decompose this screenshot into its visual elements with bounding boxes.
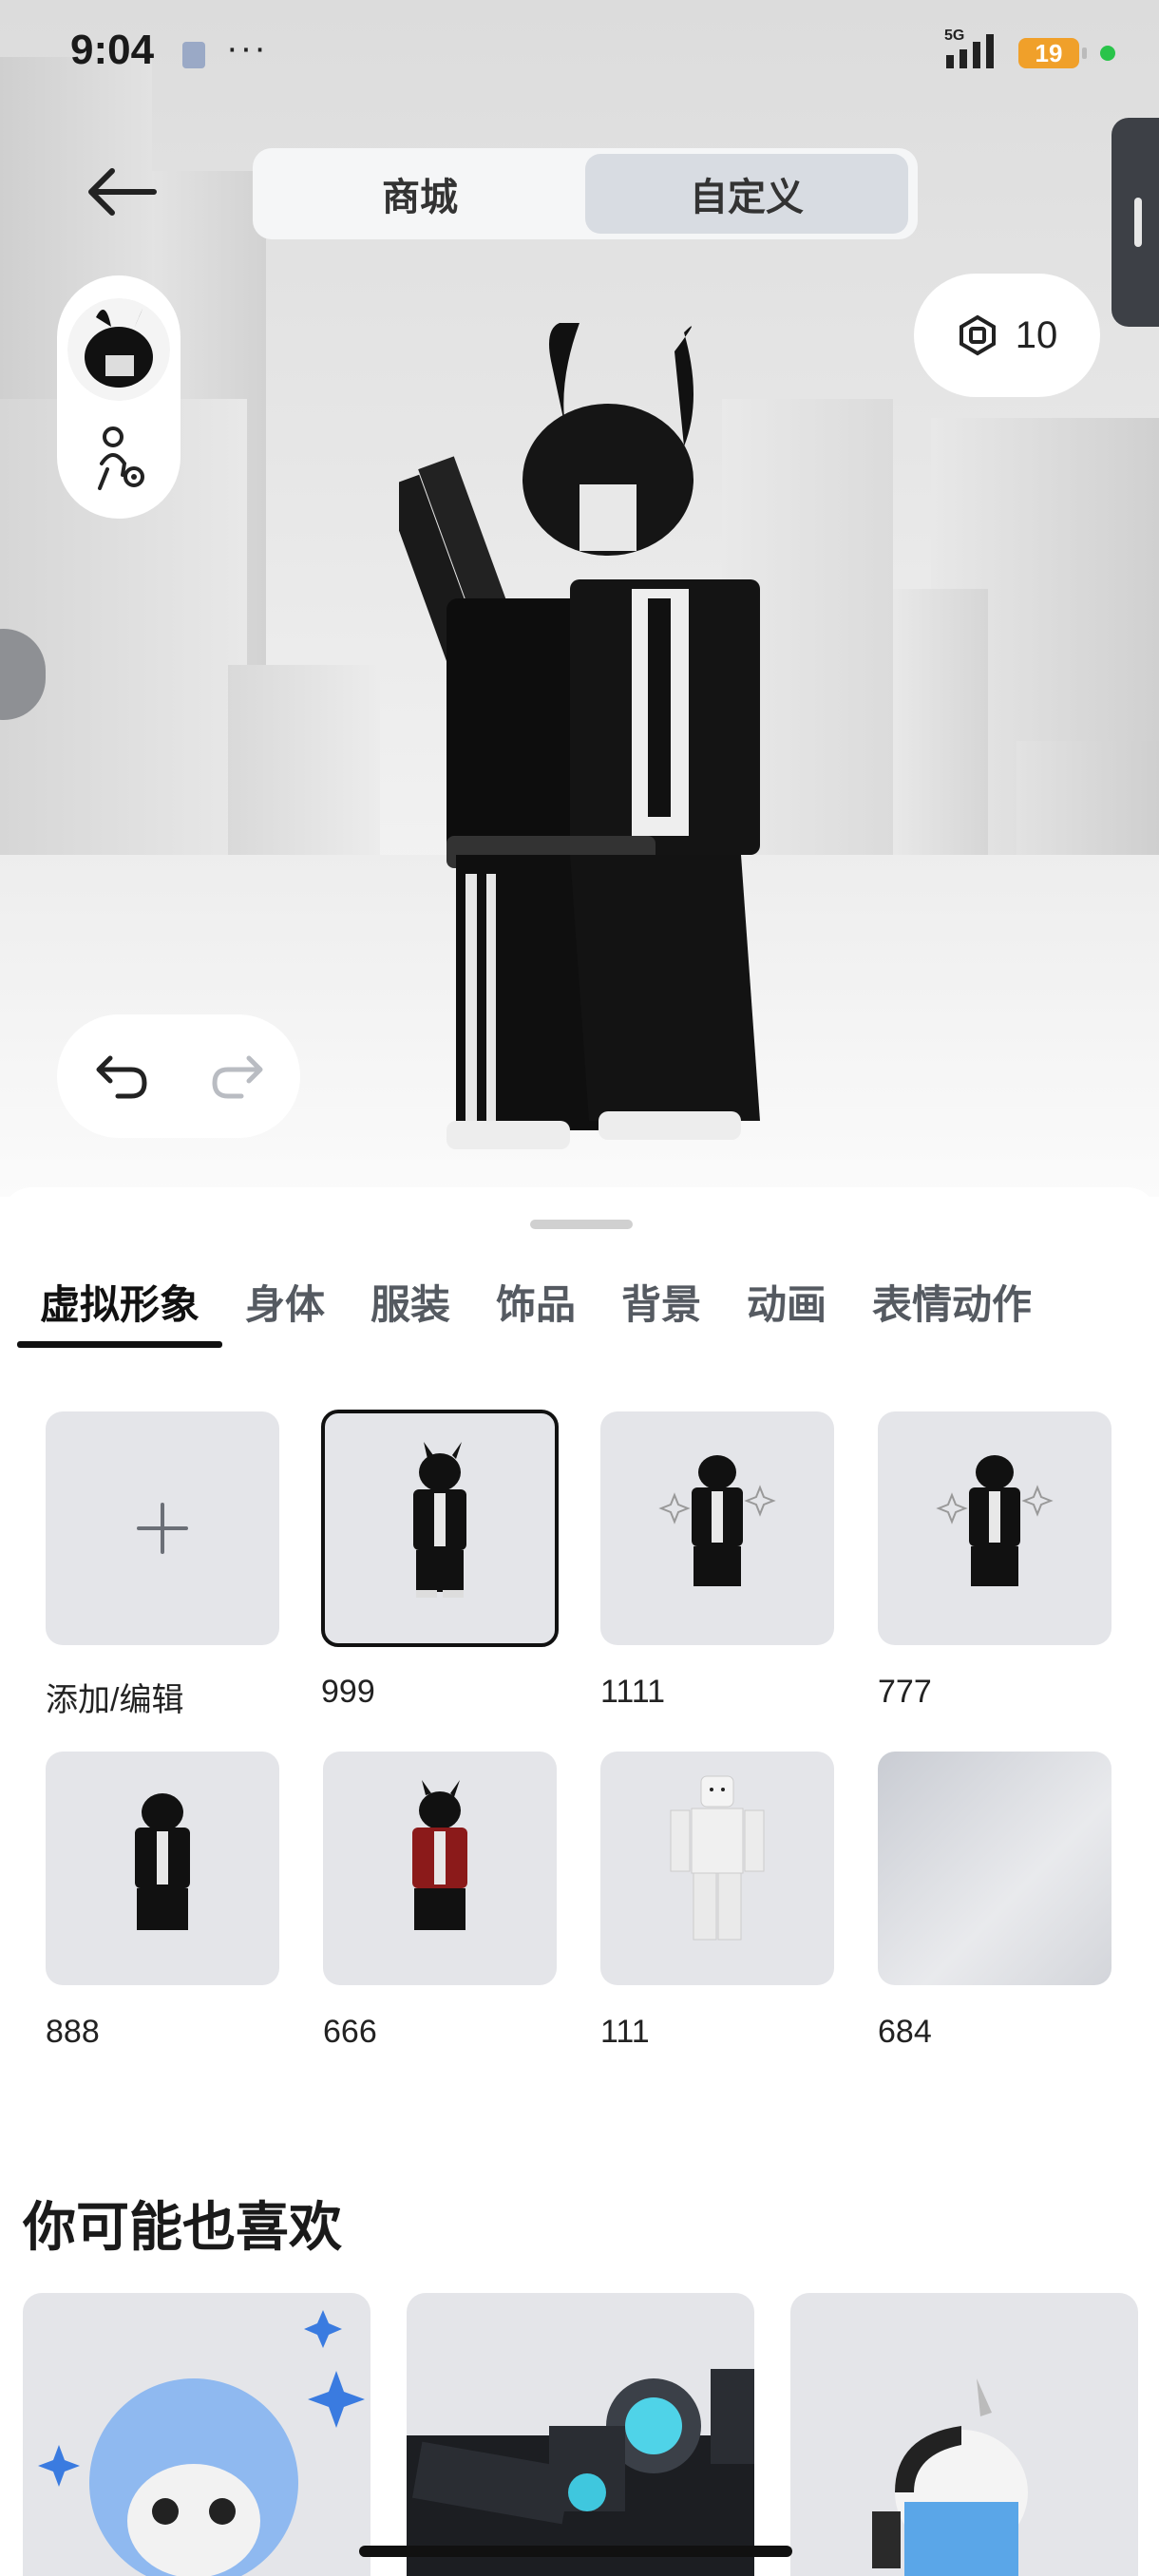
outfit-label: 添加/编辑 [46,1682,184,1718]
tab-body[interactable]: 身体 [245,1273,325,1331]
status-dot [1100,46,1115,61]
redo-icon[interactable] [209,1052,266,1100]
active-tab-underline [17,1341,222,1348]
robux-icon [959,314,996,356]
side-drawer-handle[interactable] [1112,118,1159,327]
outfit-card[interactable] [46,1752,279,1985]
outfit-card[interactable] [600,1752,834,1985]
outfit-label: 888 [46,2014,100,2050]
signal-icon: 5G [944,28,994,68]
back-arrow-icon[interactable] [84,163,158,220]
tab-customize[interactable]: 自定义 [585,154,908,234]
tabs-overflow-fade [1074,1273,1159,1349]
outfit-label: 684 [878,2014,932,2050]
undo-redo-control [57,1014,300,1138]
outfit-label: 666 [323,2014,377,2050]
tab-emotes[interactable]: 表情动作 [872,1273,1032,1331]
outfit-card[interactable] [321,1410,559,1647]
outfit-card[interactable] [600,1411,834,1645]
outfit-label: 111 [600,2014,650,2050]
tab-background[interactable]: 背景 [621,1273,701,1331]
status-bar: 9:04 ··· 5G 19 [0,0,1159,104]
tab-avatar[interactable]: 虚拟形象 [40,1273,200,1331]
status-time: 9:04 [70,27,155,73]
outfit-card[interactable] [323,1752,557,1985]
recommend-card[interactable] [23,2293,370,2576]
tab-accessories[interactable]: 饰品 [496,1273,576,1331]
battery-indicator: 19 [1018,38,1087,68]
outfit-label: 777 [878,1674,932,1710]
avatar-headshot[interactable] [67,298,170,401]
tab-clothing[interactable]: 服装 [370,1273,450,1331]
recommend-card[interactable] [407,2293,754,2576]
avatar-side-panel [57,275,180,519]
status-more: ··· [226,28,268,68]
outfit-label: 999 [321,1674,375,1710]
tab-animation[interactable]: 动画 [747,1273,826,1331]
svg-text:5G: 5G [944,28,964,44]
add-edit-card[interactable] [46,1411,279,1645]
outfit-label: 1111 [600,1674,666,1710]
category-tabs: 虚拟形象 身体 服装 饰品 背景 动画 表情动作 [0,1273,1159,1368]
shop-customize-toggle: 商城 自定义 [253,148,918,239]
outfit-card[interactable] [878,1411,1112,1645]
avatar-figure[interactable] [399,323,798,1178]
avatar-settings-icon[interactable] [90,426,149,492]
home-indicator[interactable] [359,2546,792,2557]
app-notification-icon [182,42,205,68]
sheet-grabber[interactable] [530,1220,633,1229]
tab-shop[interactable]: 商城 [258,154,581,234]
recommend-card[interactable] [790,2293,1138,2576]
plus-icon [137,1503,188,1554]
robux-amount: 10 [1015,313,1058,356]
undo-icon[interactable] [93,1052,150,1100]
recommend-title: 你可能也喜欢 [23,2197,342,2257]
outfit-card[interactable] [878,1752,1112,1985]
avatar-stage: 9:04 ··· 5G 19 商城 自定义 10 [0,0,1159,1197]
robux-balance[interactable]: 10 [914,274,1100,397]
